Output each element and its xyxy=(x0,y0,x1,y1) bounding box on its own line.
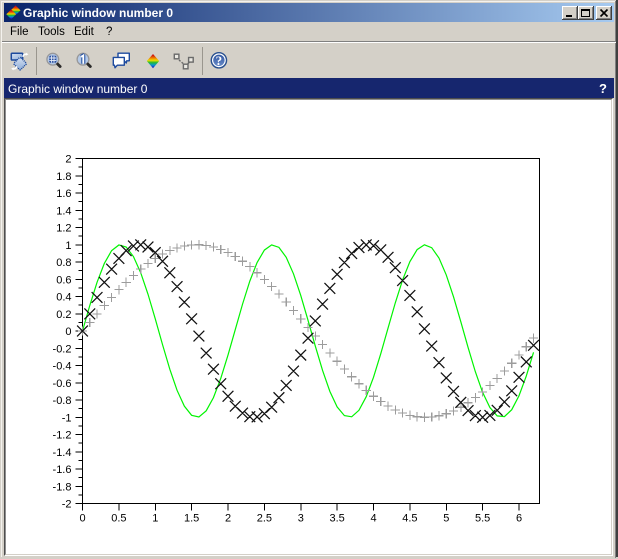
svg-text:0: 0 xyxy=(79,513,85,525)
svg-text:-1.4: -1.4 xyxy=(53,447,72,459)
svg-text:-1.8: -1.8 xyxy=(53,481,72,493)
svg-text:1.2: 1.2 xyxy=(56,223,71,235)
svg-text:5: 5 xyxy=(443,513,449,525)
svg-text:-0.8: -0.8 xyxy=(53,395,72,407)
svg-text:1.4: 1.4 xyxy=(56,205,71,217)
svg-text:0.2: 0.2 xyxy=(56,309,71,321)
svg-text:0.8: 0.8 xyxy=(56,257,71,269)
svg-text:1: 1 xyxy=(65,240,71,252)
svg-text:-0.2: -0.2 xyxy=(53,343,72,355)
svg-text:-0.6: -0.6 xyxy=(53,378,72,390)
svg-text:4: 4 xyxy=(370,513,376,525)
svg-text:2: 2 xyxy=(225,513,231,525)
svg-text:1.6: 1.6 xyxy=(56,188,71,200)
svg-text:-1: -1 xyxy=(62,412,72,424)
svg-text:1.8: 1.8 xyxy=(56,171,71,183)
svg-text:0.6: 0.6 xyxy=(56,274,71,286)
svg-text:5.5: 5.5 xyxy=(475,513,490,525)
svg-text:-1.2: -1.2 xyxy=(53,430,72,442)
svg-text:4.5: 4.5 xyxy=(402,513,417,525)
svg-text:1.5: 1.5 xyxy=(184,513,199,525)
svg-text:0.4: 0.4 xyxy=(56,292,71,304)
svg-text:2.5: 2.5 xyxy=(257,513,272,525)
svg-text:6: 6 xyxy=(516,513,522,525)
svg-text:1: 1 xyxy=(152,513,158,525)
svg-text:2: 2 xyxy=(65,154,71,166)
svg-text:-1.6: -1.6 xyxy=(53,464,72,476)
svg-text:-2: -2 xyxy=(62,499,72,511)
svg-text:0: 0 xyxy=(65,326,71,338)
svg-text:-0.4: -0.4 xyxy=(53,361,72,373)
svg-text:3.5: 3.5 xyxy=(329,513,344,525)
svg-text:3: 3 xyxy=(298,513,304,525)
svg-text:0.5: 0.5 xyxy=(111,513,126,525)
